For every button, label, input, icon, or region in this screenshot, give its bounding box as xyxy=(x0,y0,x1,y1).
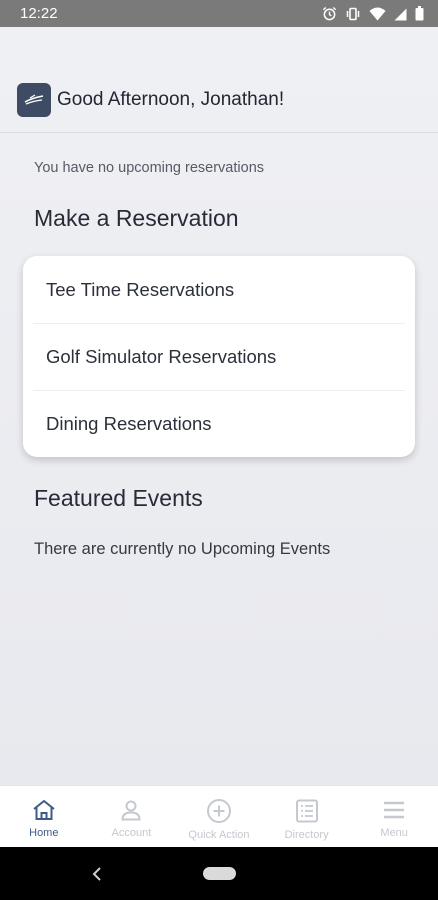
status-time: 12:22 xyxy=(20,5,58,22)
bottom-nav: Home Account Quick Action Directory Menu xyxy=(0,785,438,847)
nav-home[interactable]: Home xyxy=(0,786,88,847)
nav-label: Home xyxy=(29,827,59,839)
golf-simulator-reservations-item[interactable]: Golf Simulator Reservations xyxy=(23,323,415,390)
plus-circle-icon xyxy=(206,799,231,823)
home-gesture-pill[interactable] xyxy=(203,867,236,880)
club-logo-icon xyxy=(17,83,51,117)
nav-quick-action[interactable]: Quick Action xyxy=(175,786,263,847)
back-icon[interactable] xyxy=(91,866,103,882)
greeting-text: Good Afternoon, Jonathan! xyxy=(57,89,285,110)
reservation-card: Tee Time Reservations Golf Simulator Res… xyxy=(23,256,415,457)
make-reservation-title: Make a Reservation xyxy=(34,205,239,231)
status-icons xyxy=(322,6,424,21)
nav-label: Account xyxy=(111,827,152,839)
tee-time-reservations-item[interactable]: Tee Time Reservations xyxy=(23,256,415,323)
status-bar: 12:22 xyxy=(0,0,438,27)
battery-icon xyxy=(415,6,424,21)
reservation-item-label: Tee Time Reservations xyxy=(46,278,235,300)
home-icon xyxy=(33,800,55,820)
no-reservations-text: You have no upcoming reservations xyxy=(34,160,265,176)
reservation-item-label: Golf Simulator Reservations xyxy=(46,345,277,367)
nav-menu[interactable]: Menu xyxy=(350,786,438,847)
alarm-icon xyxy=(322,6,337,21)
system-nav-bar xyxy=(0,847,438,900)
home-screen: Good Afternoon, Jonathan! You have no up… xyxy=(0,27,438,785)
person-icon xyxy=(121,800,141,821)
header-divider xyxy=(0,132,438,133)
nav-directory[interactable]: Directory xyxy=(263,786,351,847)
featured-events-title: Featured Events xyxy=(34,485,203,511)
nav-label: Quick Action xyxy=(188,829,250,841)
vibrate-icon xyxy=(346,7,360,20)
no-events-text: There are currently no Upcoming Events xyxy=(34,540,331,558)
reservation-item-label: Dining Reservations xyxy=(46,412,212,434)
nav-label: Menu xyxy=(380,827,408,839)
nav-account[interactable]: Account xyxy=(88,786,176,847)
greeting-row: Good Afternoon, Jonathan! xyxy=(17,83,284,117)
hamburger-icon xyxy=(384,801,405,819)
dining-reservations-item[interactable]: Dining Reservations xyxy=(23,390,415,457)
wifi-icon xyxy=(369,7,386,20)
list-icon xyxy=(295,799,318,823)
nav-label: Directory xyxy=(284,829,329,841)
signal-icon xyxy=(394,8,407,20)
